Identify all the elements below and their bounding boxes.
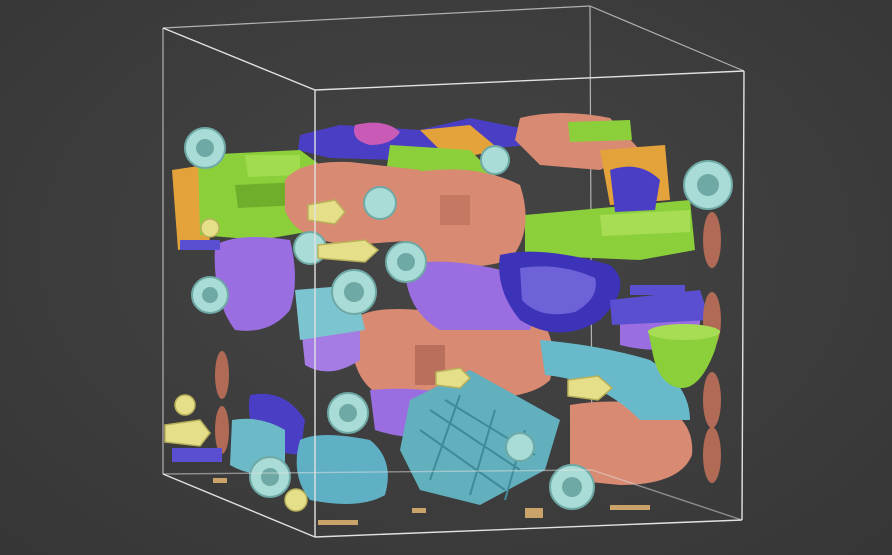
3d-viewport[interactable]: [0, 0, 892, 555]
part-green-top-right: [568, 120, 632, 142]
packed-parts-render: [162, 5, 745, 538]
part-purple-left: [214, 236, 295, 331]
parts-cluster: [164, 113, 733, 525]
part-cyan-bottom-left: [296, 435, 388, 504]
part-blue-right-bracket: [610, 290, 710, 325]
